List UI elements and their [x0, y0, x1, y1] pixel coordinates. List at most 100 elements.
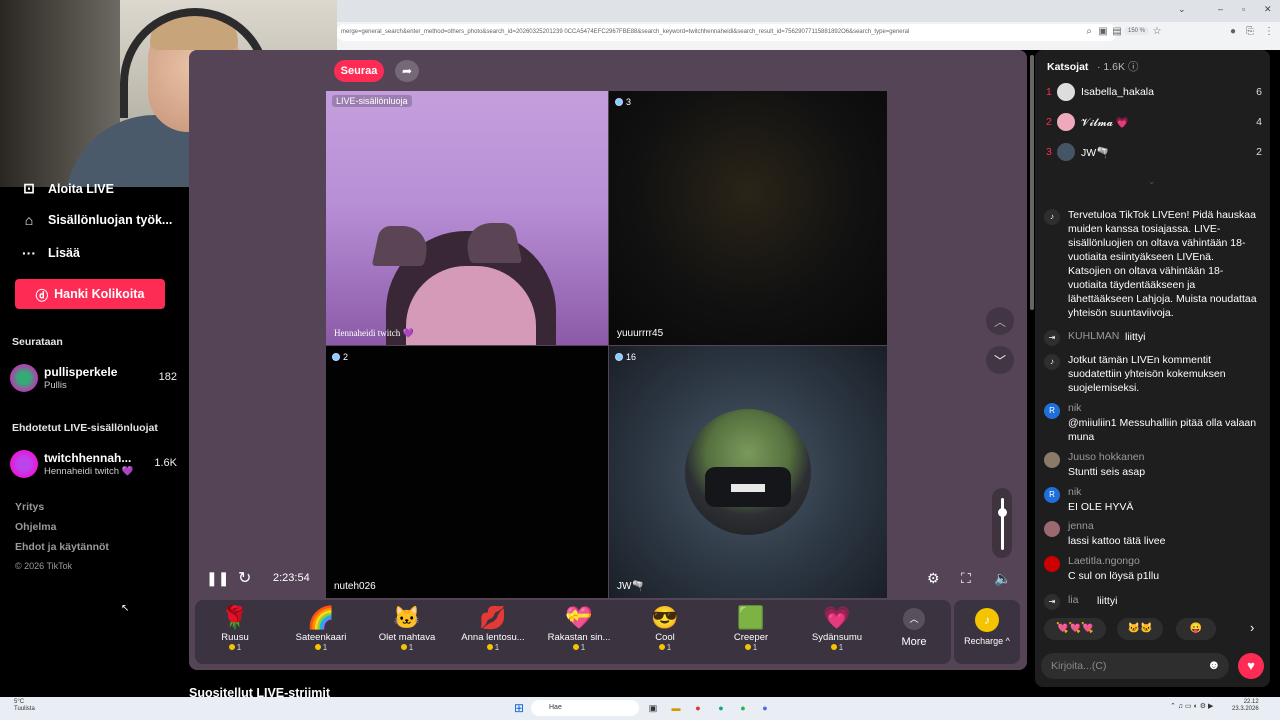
gift-icon: 🐱: [393, 605, 421, 630]
footer-link-terms[interactable]: Ehdot ja käytännöt: [15, 541, 109, 553]
spotify-icon[interactable]: ●: [735, 700, 751, 716]
gift-item[interactable]: 💋 Anna lentosu... 1: [450, 604, 536, 662]
guest-name: nuteh026: [334, 581, 376, 592]
discord-icon[interactable]: ●: [757, 700, 773, 716]
main-scrollbar[interactable]: [1030, 55, 1034, 310]
close-icon[interactable]: ✕: [1264, 4, 1272, 15]
file-explorer-icon[interactable]: ▬: [668, 700, 684, 716]
sidebar-item-creator-tools[interactable]: ⌂ Sisällönluojan työk...: [20, 212, 173, 228]
system-message-text: Tervetuloa TikTok LIVEen! Pidä hauskaa m…: [1068, 209, 1257, 319]
top-viewer[interactable]: 2 𝓥𝓲𝓵𝓶𝓪 💗 4: [1046, 112, 1266, 132]
recharge-button[interactable]: ♪ Recharge ^: [954, 600, 1020, 664]
chevron-right-icon[interactable]: ›: [1250, 621, 1254, 635]
gift-price: 1: [364, 643, 450, 652]
search-icon[interactable]: ⌕: [1082, 25, 1096, 39]
chat-username[interactable]: Juuso hokkanen: [1068, 451, 1144, 463]
chat-username[interactable]: jenna: [1068, 520, 1094, 532]
gift-item[interactable]: 🐱 Olet mahtava 1: [364, 604, 450, 662]
emoji-icon[interactable]: ☻: [1207, 658, 1221, 672]
footer-link-program[interactable]: Ohjelma: [15, 521, 56, 533]
sidebar-item-more[interactable]: ··· Lisää: [20, 245, 80, 261]
taskbar-search[interactable]: Hae: [531, 700, 639, 716]
chat-username[interactable]: lia: [1068, 594, 1079, 606]
chevron-down-icon[interactable]: ⌄: [1178, 4, 1186, 15]
chat-input[interactable]: Kirjoita...(C): [1041, 653, 1229, 679]
viewer-rank: 3: [1046, 146, 1052, 158]
tiktok-icon: ♪: [1044, 209, 1060, 225]
task-view-icon[interactable]: ▣: [645, 700, 661, 716]
chat-username[interactable]: nik: [1068, 486, 1081, 498]
viewer-rank: 2: [1046, 116, 1052, 128]
quick-reaction[interactable]: 💘💘💘: [1044, 618, 1106, 640]
share-icon[interactable]: ⎘: [1243, 25, 1257, 39]
stream-tile-host[interactable]: LIVE-sisällönluoja Hennaheidi twitch 💜: [326, 91, 608, 345]
viewer-rank: 1: [1046, 86, 1052, 98]
chrome-icon[interactable]: ●: [690, 700, 706, 716]
share-icon[interactable]: ➦: [395, 60, 419, 82]
volume-icon[interactable]: 🔈: [994, 570, 1011, 587]
maximize-icon[interactable]: ▫: [1242, 4, 1245, 14]
gift-label: Creeper: [733, 632, 769, 643]
translate-icon[interactable]: ▤: [1110, 25, 1124, 39]
top-viewer[interactable]: 1 Isabella_hakala 6: [1046, 82, 1266, 102]
refresh-icon[interactable]: ↻: [238, 568, 251, 588]
previous-stream-chevron-up-icon[interactable]: ︿: [986, 307, 1014, 335]
sidebar-item-go-live[interactable]: ⊡ Aloita LIVE: [20, 180, 114, 197]
install-icon[interactable]: ▣: [1096, 25, 1110, 39]
suggested-account[interactable]: twitchhennah... Hennaheidi twitch 💜 1.6K: [10, 449, 180, 479]
next-stream-chevron-down-icon[interactable]: ﹀: [986, 346, 1014, 374]
info-icon[interactable]: ⓘ: [1128, 61, 1139, 75]
stream-tile-guest-1[interactable]: 3 yuuurrrr45: [609, 91, 887, 345]
stream-tile-guest-3[interactable]: 16 JW🫗: [609, 346, 887, 598]
quick-reaction[interactable]: 😛: [1176, 618, 1216, 640]
gift-item[interactable]: 🌹 Ruusu 1: [192, 604, 278, 662]
like-heart-button[interactable]: ♥: [1238, 653, 1264, 679]
settings-gear-icon[interactable]: ⚙: [927, 570, 940, 587]
extension-icon[interactable]: ●: [1226, 25, 1240, 39]
windows-start-icon[interactable]: ⊞: [511, 700, 527, 716]
pause-icon[interactable]: ❚❚: [206, 570, 229, 587]
chat-username[interactable]: Laetitla.ngongo: [1068, 555, 1140, 567]
gift-item[interactable]: 🟩 Creeper 1: [708, 604, 794, 662]
chat-text: C sul on löysä p1llu: [1068, 570, 1160, 582]
gift-price: 1: [536, 643, 622, 652]
address-bar[interactable]: merge=general_search&enter_method=others…: [337, 24, 1117, 41]
gift-label: Anna lentosu...: [461, 632, 525, 643]
clock[interactable]: 22.12 23.3.2026: [1232, 699, 1259, 713]
following-account[interactable]: pullisperkele Pullis 182: [10, 363, 180, 393]
stream-tile-guest-2[interactable]: 2 nuteh026: [326, 346, 608, 598]
following-title: Seurataan: [12, 336, 63, 348]
volume-slider[interactable]: [992, 488, 1012, 558]
fullscreen-icon[interactable]: ⛶: [961, 570, 971, 587]
gift-item[interactable]: 💗 Sydänsumu 1: [794, 604, 880, 662]
gift-icon: 😎: [651, 605, 679, 630]
avatar: [1044, 521, 1060, 537]
volume-knob[interactable]: [998, 508, 1007, 517]
gift-label: Cool: [655, 632, 675, 643]
zoom-level[interactable]: 150 %: [1124, 27, 1150, 35]
footer-copyright: © 2026 TikTok: [15, 561, 73, 571]
chat-text: liittyi: [1125, 331, 1146, 343]
system-tray-icons[interactable]: ⌃ ♫ ▭ ◐ ⚙ ▶: [1170, 702, 1213, 710]
gift-item[interactable]: 💝 Rakastan sin... 1: [536, 604, 622, 662]
footer-link-company[interactable]: Yritys: [15, 501, 44, 513]
gift-item[interactable]: 🌈 Sateenkaari 1: [278, 604, 364, 662]
chat-username[interactable]: nik: [1068, 402, 1081, 414]
chat-username[interactable]: KUHLMAN: [1068, 330, 1119, 342]
avatar: [1044, 452, 1060, 468]
app-icon[interactable]: ●: [713, 700, 729, 716]
get-coins-button[interactable]: ⓓ Hanki Kolikoita: [15, 279, 165, 309]
gift-item[interactable]: 😎 Cool 1: [622, 604, 708, 662]
weather-widget[interactable]: 5°C Tuulista: [14, 699, 35, 713]
home-icon: ⌂: [24, 212, 34, 228]
chat-text: @miiuliin1 Messuhalliin pitää olla valaa…: [1068, 417, 1257, 443]
star-icon[interactable]: ☆: [1150, 25, 1164, 39]
chevron-down-icon[interactable]: ⌄: [1148, 175, 1156, 189]
quick-reaction[interactable]: 🐱🐱: [1117, 618, 1163, 640]
top-viewer[interactable]: 3 JW🫗 2: [1046, 142, 1266, 162]
gift-price: 1: [794, 643, 880, 652]
follow-button[interactable]: Seuraa: [334, 60, 384, 82]
minimize-icon[interactable]: –: [1218, 4, 1223, 14]
more-gifts-button[interactable]: ︿ More: [894, 608, 934, 648]
menu-icon[interactable]: ⋮: [1262, 25, 1276, 39]
